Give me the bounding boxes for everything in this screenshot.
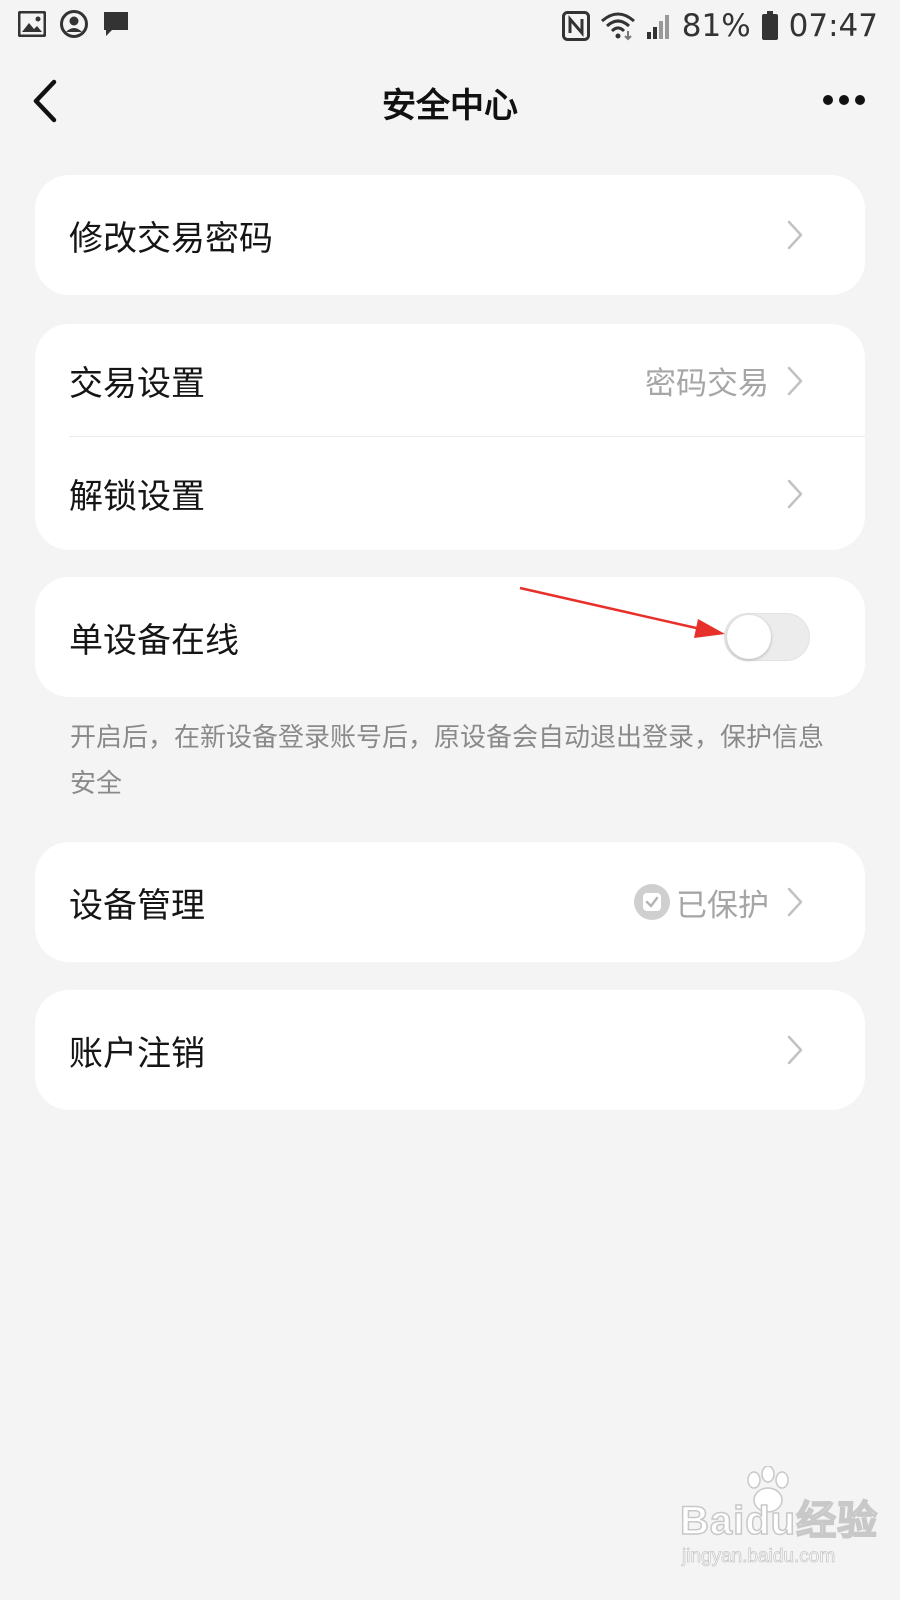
watermark-url: jingyan.baidu.com [682,1546,836,1568]
trade-settings-value-group: 密码交易 [645,324,769,437]
chevron-right-icon [787,220,803,250]
wifi-icon [600,11,636,41]
device-management-label: 设备管理 [69,885,205,926]
trade-settings-value: 密码交易 [645,366,769,402]
change-password-label: 修改交易密码 [69,218,273,259]
baidu-jingyan-watermark: Baidu经验 jingyan.baidu.com [679,1466,880,1582]
single-device-label: 单设备在线 [69,620,239,661]
unlock-settings-row[interactable]: 解锁设置 [35,437,865,550]
nfc-icon [561,11,590,41]
unlock-settings-label: 解锁设置 [69,477,205,517]
account-cancel-row[interactable]: 账户注销 [35,990,865,1110]
device-management-value-group: 已保护 [634,842,769,962]
signal-icon [646,12,672,40]
chevron-right-icon [787,1035,803,1065]
battery-icon [761,11,779,41]
toggle-knob [727,615,771,659]
trade-settings-row[interactable]: 交易设置 密码交易 [35,324,865,437]
device-management-value: 已保护 [676,887,769,924]
change-password-row[interactable]: 修改交易密码 [35,175,865,295]
status-bar-left [18,10,130,38]
change-password-card: 修改交易密码 [35,175,865,295]
security-center-page: 81% 07:47 安全中心 修改交易密码 交易设置 密码交易 解锁设置 单设备… [0,0,900,1600]
account-cancel-card: 账户注销 [35,990,865,1110]
chevron-right-icon [787,887,803,917]
device-management-row[interactable]: 设备管理 已保护 [35,842,865,962]
title-bar: 安全中心 [0,60,900,140]
chevron-right-icon [787,479,803,509]
chevron-right-icon [787,366,803,396]
trade-unlock-card: 交易设置 密码交易 解锁设置 [35,324,865,550]
more-dots-icon[interactable] [822,92,866,106]
single-device-toggle[interactable] [724,613,810,661]
clock: 07:47 [788,8,878,44]
single-device-hint: 开启后，在新设备登录账号后，原设备会自动退出登录，保护信息安全 [70,723,825,799]
trade-settings-label: 交易设置 [69,364,205,404]
account-icon [60,10,88,38]
single-device-card: 单设备在线 [35,577,865,697]
device-management-card: 设备管理 已保护 [35,842,865,962]
shield-check-icon [634,884,670,920]
gallery-icon [18,11,46,37]
page-title: 安全中心 [382,86,518,126]
status-bar-right: 81% 07:47 [561,8,878,44]
status-bar: 81% 07:47 [0,0,900,52]
battery-percent: 81% [681,8,751,44]
single-device-row: 单设备在线 [35,577,865,697]
watermark-brand: Baidu经验 [679,1498,879,1544]
account-cancel-label: 账户注销 [69,1033,205,1074]
message-icon [102,10,130,38]
